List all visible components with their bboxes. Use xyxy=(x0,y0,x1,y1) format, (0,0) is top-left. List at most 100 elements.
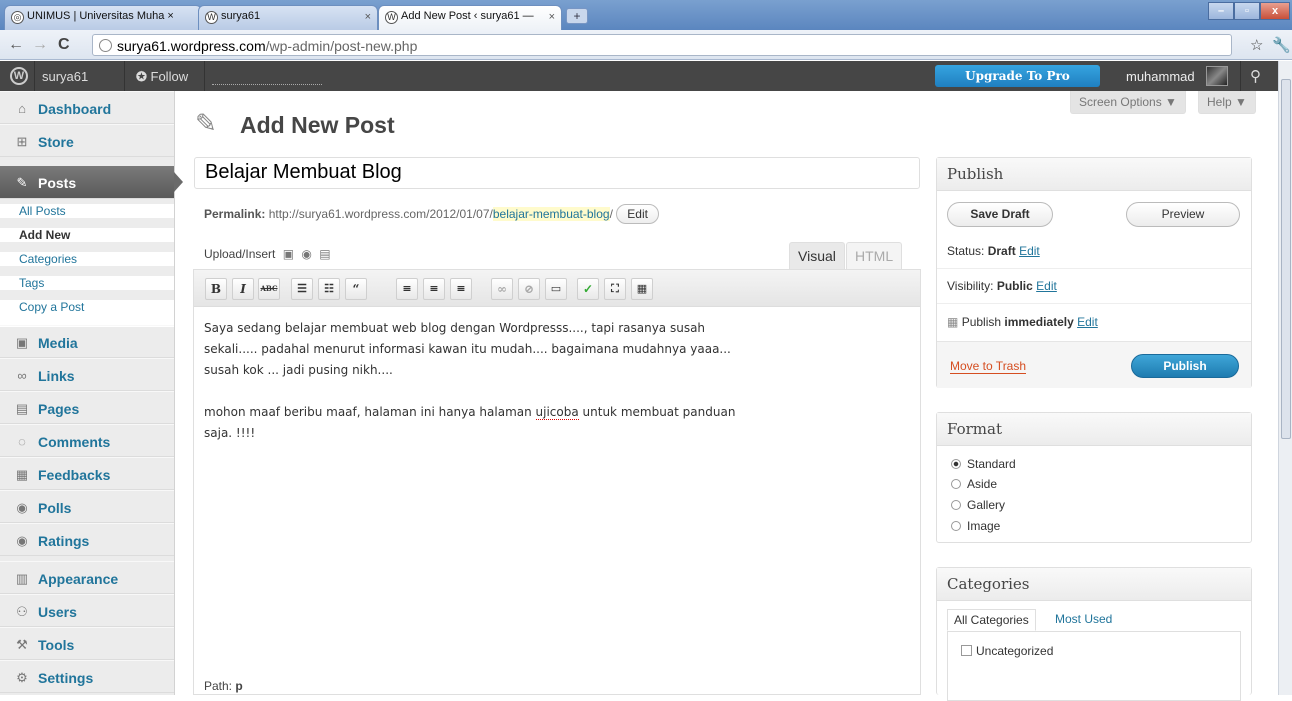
wrench-icon[interactable]: 🔧 xyxy=(1272,36,1291,54)
radio[interactable] xyxy=(951,479,961,489)
publish-button[interactable]: Publish xyxy=(1131,354,1239,378)
scrollbar-thumb[interactable] xyxy=(1281,79,1291,439)
save-draft-button[interactable]: Save Draft xyxy=(947,202,1053,227)
upgrade-to-pro-button[interactable]: Upgrade To Pro xyxy=(935,65,1100,87)
sidebar-item-settings[interactable]: ⚙ Settings xyxy=(0,660,174,693)
format-label: Image xyxy=(967,519,1001,533)
sidebar-item-dashboard[interactable]: ⌂ Dashboard xyxy=(0,91,174,124)
forward-icon[interactable]: → xyxy=(32,36,48,54)
wordpress-logo-icon[interactable]: W xyxy=(10,67,28,85)
italic-button[interactable]: I xyxy=(232,278,254,300)
editor-content[interactable]: Saya sedang belajar membuat web blog den… xyxy=(204,318,804,465)
strikethrough-button[interactable]: ABC xyxy=(258,278,280,300)
post-editor: B I ABC ☰ ☷ “ ≡ ≡ ≡ ∞ ⊘ ▭ ✓ ⛶ ▦ Saya sed… xyxy=(193,269,921,695)
sidebar-item-feedbacks[interactable]: ▦ Feedbacks xyxy=(0,457,174,490)
url-host: surya61.wordpress.com xyxy=(117,38,266,54)
star-icon[interactable]: ☆ xyxy=(1250,36,1263,54)
site-name-link[interactable]: surya61 xyxy=(42,69,88,84)
radio[interactable] xyxy=(951,521,961,531)
sidebar-item-tools[interactable]: ⚒ Tools xyxy=(0,627,174,660)
add-image-icon[interactable]: ▣ xyxy=(283,247,294,261)
blockquote-button[interactable]: “ xyxy=(345,278,367,300)
sidebar-item-pages[interactable]: ▤ Pages xyxy=(0,391,174,424)
align-center-button[interactable]: ≡ xyxy=(423,278,445,300)
avatar[interactable] xyxy=(1206,66,1228,86)
close-tab-icon[interactable]: × xyxy=(365,11,371,23)
page-title: Add New Post xyxy=(240,112,395,138)
add-poll-icon[interactable]: ◉ xyxy=(301,247,311,261)
reload-icon[interactable]: C xyxy=(58,36,70,54)
close-window-button[interactable]: x xyxy=(1260,2,1290,20)
edit-schedule-link[interactable]: Edit xyxy=(1077,315,1098,329)
screen-options-button[interactable]: Screen Options ▼ xyxy=(1070,91,1186,114)
sidebar-item-store[interactable]: ⊞ Store xyxy=(0,124,174,157)
post-title-input[interactable]: Belajar Membuat Blog xyxy=(194,157,920,189)
checkbox[interactable] xyxy=(961,645,972,656)
unlink-button[interactable]: ⊘ xyxy=(518,278,540,300)
preview-button[interactable]: Preview xyxy=(1126,202,1240,227)
permalink-slug[interactable]: belajar-membuat-blog xyxy=(492,207,610,221)
format-option-aside[interactable]: Aside xyxy=(951,477,997,491)
close-tab-icon[interactable]: × xyxy=(549,11,555,23)
path-value[interactable]: p xyxy=(235,679,242,693)
url-field[interactable]: surya61.wordpress.com/wp-admin/post-new.… xyxy=(92,34,1232,56)
sidebar-item-appearance[interactable]: ▥ Appearance xyxy=(0,561,174,594)
numbered-list-button[interactable]: ☷ xyxy=(318,278,340,300)
align-right-button[interactable]: ≡ xyxy=(450,278,472,300)
follow-button[interactable]: ✪ Follow xyxy=(136,69,188,85)
edit-permalink-button[interactable]: Edit xyxy=(616,204,659,224)
insert-link-button[interactable]: ∞ xyxy=(491,278,513,300)
bullet-list-button[interactable]: ☰ xyxy=(291,278,313,300)
radio[interactable] xyxy=(951,500,961,510)
align-left-button[interactable]: ≡ xyxy=(396,278,418,300)
browser-tab-unimus[interactable]: ◎ UNIMUS | Universitas Muha × xyxy=(4,5,202,30)
bold-button[interactable]: B xyxy=(205,278,227,300)
sidebar-item-users[interactable]: ⚇ Users xyxy=(0,594,174,627)
format-option-image[interactable]: Image xyxy=(951,519,1000,533)
editor-path: Path: p xyxy=(204,679,243,693)
maximize-button[interactable]: ▫ xyxy=(1234,2,1260,20)
format-option-gallery[interactable]: Gallery xyxy=(951,498,1005,512)
tab-html[interactable]: HTML xyxy=(846,242,903,269)
sidebar-item-links[interactable]: ∞ Links xyxy=(0,358,174,391)
sidebar-item-label: Settings xyxy=(38,670,94,686)
misspelled-word[interactable]: ujicoba xyxy=(535,405,579,420)
kitchen-sink-button[interactable]: ▦ xyxy=(631,278,653,300)
back-icon[interactable]: ← xyxy=(8,36,24,54)
sidebar-item-label: Ratings xyxy=(38,533,90,549)
search-icon[interactable]: ⚲ xyxy=(1250,67,1261,85)
edit-visibility-link[interactable]: Edit xyxy=(1036,279,1057,293)
adminbar-search-field[interactable] xyxy=(212,67,322,85)
tab-visual[interactable]: Visual xyxy=(789,242,845,269)
new-tab-button[interactable]: + xyxy=(566,8,588,24)
move-to-trash-link[interactable]: Move to Trash xyxy=(950,359,1027,374)
page-scrollbar[interactable] xyxy=(1278,61,1292,695)
submenu-categories[interactable]: Categories xyxy=(0,252,174,266)
browser-tab-surya61[interactable]: W surya61 × xyxy=(198,5,378,30)
insert-more-button[interactable]: ▭ xyxy=(545,278,567,300)
sidebar-item-ratings[interactable]: ◉ Ratings xyxy=(0,523,174,556)
category-item[interactable]: Uncategorized xyxy=(961,644,1053,658)
sidebar-item-posts[interactable]: ✎ Posts xyxy=(0,166,183,199)
minimize-button[interactable]: – xyxy=(1208,2,1234,20)
user-menu[interactable]: muhammad xyxy=(1126,69,1195,84)
tab-all-categories[interactable]: All Categories xyxy=(947,609,1036,631)
submenu-add-new[interactable]: Add New xyxy=(0,228,174,242)
help-button[interactable]: Help ▼ xyxy=(1198,91,1256,114)
submenu-copy-a-post[interactable]: Copy a Post xyxy=(0,300,174,327)
radio-selected[interactable] xyxy=(951,459,961,469)
sidebar-item-polls[interactable]: ◉ Polls xyxy=(0,490,174,523)
spellcheck-button[interactable]: ✓ xyxy=(577,278,599,300)
add-form-icon[interactable]: ▤ xyxy=(319,247,330,261)
content-line: susah kok ... jadi pusing nikh.... xyxy=(204,363,393,377)
format-option-standard[interactable]: Standard xyxy=(951,457,1016,471)
sidebar-item-media[interactable]: ▣ Media xyxy=(0,325,174,358)
submenu-all-posts[interactable]: All Posts xyxy=(0,204,174,218)
sidebar-item-comments[interactable]: ◌ Comments xyxy=(0,424,174,457)
browser-tab-add-new-post[interactable]: W Add New Post ‹ surya61 — × xyxy=(378,5,562,30)
content-line: Saya sedang belajar membuat web blog den… xyxy=(204,321,706,335)
tab-most-used[interactable]: Most Used xyxy=(1055,612,1112,626)
edit-status-link[interactable]: Edit xyxy=(1019,244,1040,258)
submenu-tags[interactable]: Tags xyxy=(0,276,174,290)
fullscreen-button[interactable]: ⛶ xyxy=(604,278,626,300)
